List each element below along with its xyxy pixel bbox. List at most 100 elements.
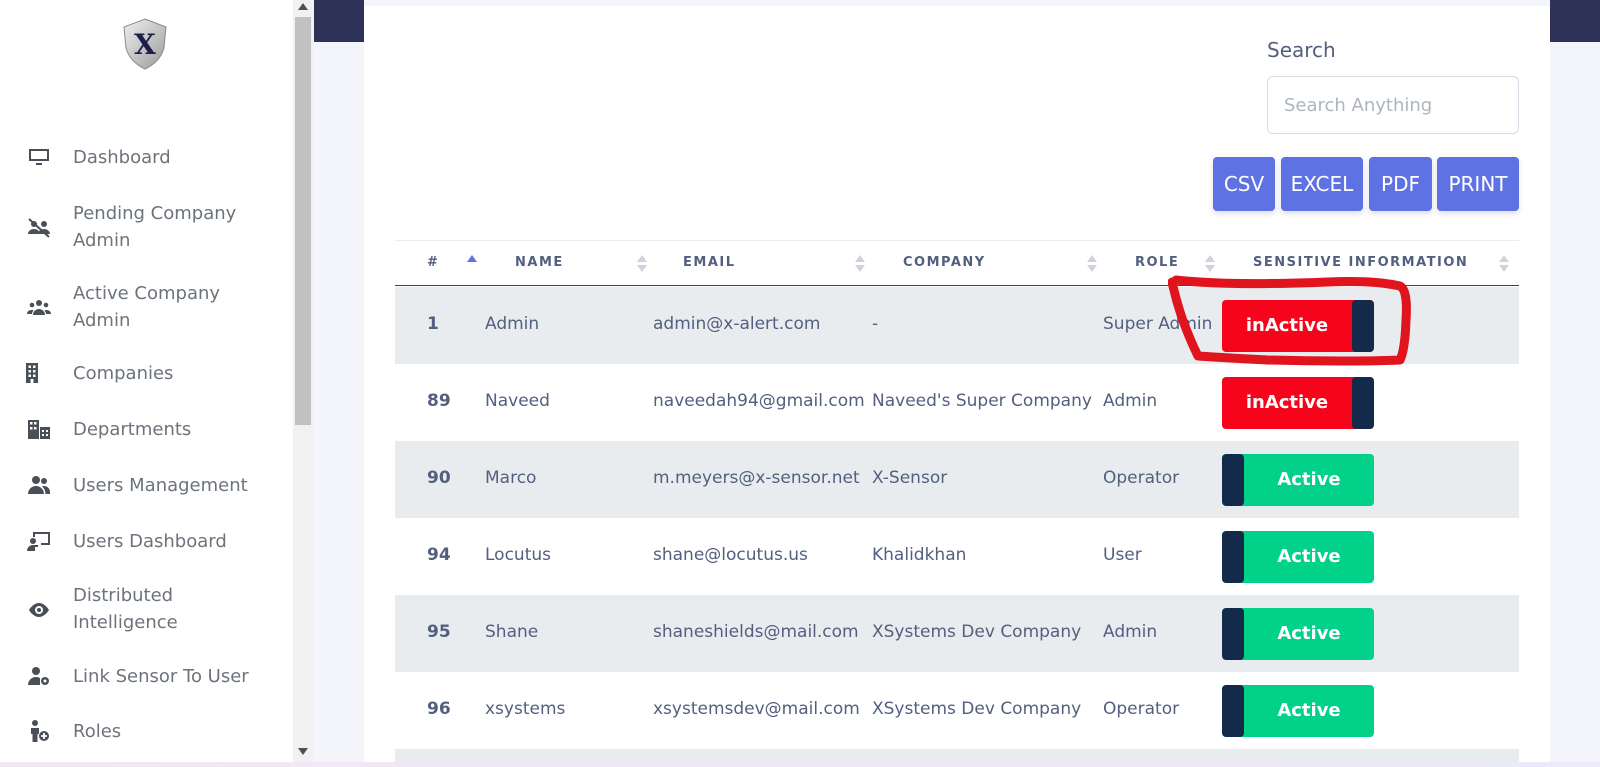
header-band-right [1550, 0, 1600, 42]
row-id: 94 [427, 545, 451, 565]
row-name: Naveed [485, 391, 550, 411]
sidebar-item-label: Roles [73, 721, 122, 742]
sort-icon[interactable] [855, 255, 865, 273]
bottom-strip [0, 762, 1600, 767]
users-slash-icon [26, 215, 52, 241]
sidebar: X Dashboard Pending Company Admin Active… [0, 0, 293, 767]
row-company: Naveed's Super Company [872, 391, 1092, 411]
shield-logo-icon[interactable]: X [122, 18, 168, 70]
header-id[interactable]: # [427, 255, 439, 270]
header-email[interactable]: EMAIL [683, 255, 736, 270]
sidebar-item-label: Companies [73, 363, 174, 384]
header-band-left [314, 0, 364, 42]
toggle-knob [1222, 531, 1244, 583]
sidebar-item-companies[interactable]: Companies [0, 358, 293, 388]
toggle-label: Active [1277, 546, 1341, 567]
sidebar-scrollbar[interactable] [293, 0, 313, 762]
row-email: admin@x-alert.com [653, 314, 821, 334]
logo-letter: X [134, 28, 156, 61]
search-label: Search [1267, 38, 1336, 62]
scroll-up-arrow-icon[interactable] [298, 3, 308, 10]
building-icon [20, 360, 46, 386]
toggle-knob [1222, 608, 1244, 660]
row-role: Operator [1103, 468, 1180, 488]
sensitive-info-toggle[interactable]: inActive [1222, 377, 1374, 429]
toggle-label: inActive [1245, 315, 1329, 336]
sensitive-info-toggle[interactable]: Active [1222, 531, 1374, 583]
toggle-label: inActive [1245, 392, 1329, 413]
sidebar-item-label: Distributed Intelligence [73, 585, 178, 633]
sidebar-item-distributed-intelligence[interactable]: Distributed Intelligence [0, 582, 293, 638]
scroll-down-arrow-icon[interactable] [298, 748, 308, 755]
row-company: XSystems Dev Company [872, 622, 1082, 642]
print-button[interactable]: PRINT [1437, 157, 1519, 211]
sidebar-item-label: Link Sensor To User [73, 666, 249, 687]
sidebar-item-roles[interactable]: Roles [0, 716, 293, 746]
csv-button[interactable]: CSV [1213, 157, 1275, 211]
row-company: X-Sensor [872, 468, 948, 488]
row-name: Admin [485, 314, 540, 334]
toggle-label: Active [1277, 469, 1341, 490]
row-role: Admin [1103, 622, 1158, 642]
row-company: XSystems Dev Company [872, 699, 1082, 719]
excel-button[interactable]: EXCEL [1281, 157, 1363, 211]
header-company[interactable]: COMPANY [903, 255, 986, 270]
sidebar-item-pending-company-admin[interactable]: Pending Company Admin [0, 200, 293, 256]
table-row: 94 Locutus shane@locutus.us Khalidkhan U… [395, 518, 1519, 595]
sidebar-item-label: Active Company Admin [73, 283, 221, 331]
header-sensitive-information[interactable]: SENSITIVE INFORMATION [1253, 255, 1468, 270]
sort-icon[interactable] [1499, 255, 1509, 273]
row-id: 90 [427, 468, 451, 488]
row-id: 96 [427, 699, 451, 719]
row-email: xsystemsdev@mail.com [653, 699, 860, 719]
row-email: shane@locutus.us [653, 545, 808, 565]
table-row: 95 Shane shaneshields@mail.com XSystems … [395, 595, 1519, 672]
users-group-icon [26, 295, 52, 321]
monitor-icon [26, 144, 52, 170]
sidebar-item-label: Users Management [73, 475, 248, 496]
user-cog-icon [26, 663, 52, 689]
row-id: 1 [427, 314, 439, 334]
user-plus-icon [26, 718, 52, 744]
sidebar-item-active-company-admin[interactable]: Active Company Admin [0, 280, 293, 336]
sidebar-item-label: Pending Company Admin [73, 203, 237, 251]
toggle-knob [1222, 454, 1244, 506]
pdf-button[interactable]: PDF [1369, 157, 1432, 211]
row-role: User [1103, 545, 1142, 565]
sort-icon[interactable] [637, 255, 647, 273]
row-id: 89 [427, 391, 451, 411]
header-role[interactable]: ROLE [1135, 255, 1179, 270]
sidebar-item-label: Users Dashboard [73, 531, 227, 552]
departments-icon [26, 416, 52, 442]
chalkboard-user-icon [26, 528, 52, 554]
row-name: xsystems [485, 699, 566, 719]
sensitive-info-toggle[interactable]: Active [1222, 685, 1374, 737]
sidebar-item-label: Dashboard [73, 147, 171, 168]
row-name: Locutus [485, 545, 551, 565]
row-company: Khalidkhan [872, 545, 967, 565]
sort-icon[interactable] [1087, 255, 1097, 273]
sidebar-item-departments[interactable]: Departments [0, 414, 293, 444]
sensitive-info-toggle[interactable]: Active [1222, 454, 1374, 506]
sensitive-info-toggle[interactable]: inActive [1222, 300, 1374, 352]
scrollbar-thumb[interactable] [295, 17, 311, 425]
sidebar-item-dashboard[interactable]: Dashboard [0, 142, 293, 172]
sort-asc-icon[interactable] [467, 255, 477, 273]
table-row: 89 Naveed naveedah94@gmail.com Naveed's … [395, 364, 1519, 441]
row-id: 95 [427, 622, 451, 642]
sidebar-item-users-management[interactable]: Users Management [0, 470, 293, 500]
search-input[interactable] [1267, 76, 1519, 134]
table-row: 1 Admin admin@x-alert.com - Super Admin … [395, 287, 1519, 364]
table-header: # NAME EMAIL COMPANY ROLE SENSITIVE INFO… [395, 240, 1519, 286]
row-email: naveedah94@gmail.com [653, 391, 865, 411]
table-row: 96 xsystems xsystemsdev@mail.com XSystem… [395, 672, 1519, 749]
row-name: Shane [485, 622, 539, 642]
sidebar-item-link-sensor-to-user[interactable]: Link Sensor To User [0, 661, 293, 691]
eye-icon [26, 597, 52, 623]
sort-icon[interactable] [1205, 255, 1215, 273]
sidebar-item-users-dashboard[interactable]: Users Dashboard [0, 526, 293, 556]
row-email: shaneshields@mail.com [653, 622, 859, 642]
sensitive-info-toggle[interactable]: Active [1222, 608, 1374, 660]
row-company: - [872, 314, 879, 334]
header-name[interactable]: NAME [515, 255, 564, 270]
